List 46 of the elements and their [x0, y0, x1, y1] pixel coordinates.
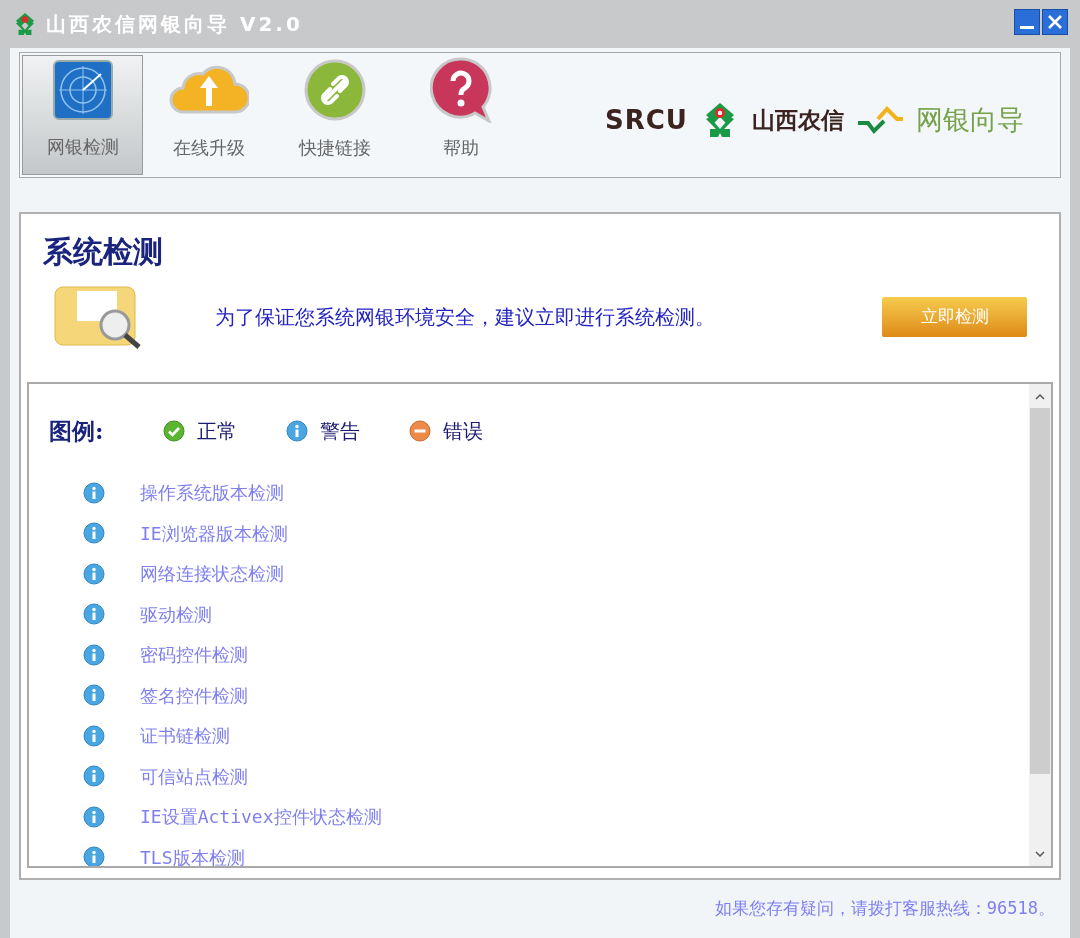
scrollbar-thumb[interactable]	[1030, 408, 1050, 774]
check-item: 操作系统版本检测	[140, 481, 284, 506]
link-icon	[303, 58, 366, 121]
help-icon	[429, 56, 492, 123]
check-icon	[163, 420, 185, 443]
toolbar-tab[interactable]: 在线升级	[148, 55, 269, 175]
footer-hotline: 如果您存有疑问，请拨打客服热线：96518。	[714, 897, 1055, 921]
check-item: 驱动检测	[140, 602, 212, 627]
check-item: 签名控件检测	[140, 683, 248, 708]
info-icon	[83, 724, 105, 747]
logo-product: 网银向导	[916, 102, 1024, 137]
close-button[interactable]	[1042, 9, 1068, 35]
info-icon	[83, 643, 105, 666]
info-icon	[83, 481, 105, 504]
legend-label: 图例:	[49, 416, 105, 446]
info-icon	[286, 420, 308, 443]
check-item: TLS版本检测	[140, 845, 245, 866]
minus-icon	[409, 420, 431, 443]
radar-icon	[52, 59, 113, 120]
info-icon	[83, 522, 105, 545]
check-item: 网络连接状态检测	[140, 562, 284, 587]
info-icon	[83, 603, 105, 626]
info-icon	[83, 805, 105, 828]
toolbar-tab[interactable]: 网银检测	[22, 55, 143, 175]
legend-text: 错误	[443, 418, 483, 446]
info-icon	[83, 684, 105, 707]
check-item: 证书链检测	[140, 724, 230, 749]
info-icon	[83, 846, 105, 866]
check-item: 可信站点检测	[140, 764, 248, 789]
upload-cloud-icon	[168, 63, 249, 116]
toolbar-tab[interactable]: 快捷链接	[274, 55, 395, 175]
legend-text: 警告	[320, 418, 360, 446]
logo-name: 山西农信	[752, 105, 844, 135]
close-icon	[1048, 15, 1062, 29]
info-icon	[83, 562, 105, 585]
check-logo-icon	[856, 105, 904, 135]
info-icon	[83, 765, 105, 788]
check-item: IE设置Activex控件状态检测	[140, 805, 382, 830]
logo-brand: SRCU	[605, 103, 688, 137]
intro-message: 为了保证您系统网银环境安全，建议立即进行系统检测。	[215, 304, 715, 331]
legend-text: 正常	[197, 418, 237, 446]
check-item: IE浏览器版本检测	[140, 521, 288, 546]
minimize-button[interactable]	[1014, 9, 1040, 35]
section-title: 系统检测	[43, 233, 164, 271]
check-item: 密码控件检测	[140, 643, 248, 668]
toolbar-tab[interactable]: 帮助	[400, 55, 521, 175]
